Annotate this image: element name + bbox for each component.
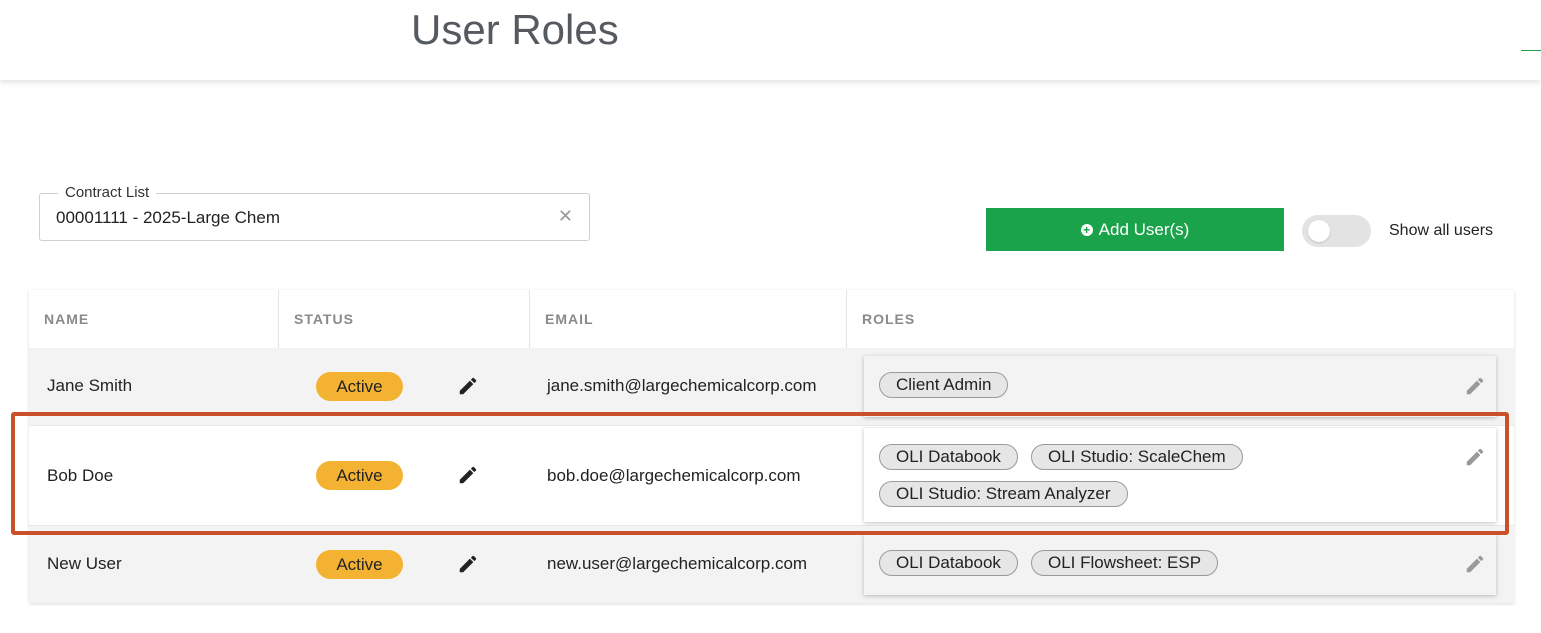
column-header-status[interactable]: STATUS [279,290,530,348]
pencil-icon[interactable] [1464,553,1486,575]
add-users-button[interactable]: + Add User(s) [986,208,1284,251]
pencil-icon[interactable] [457,553,479,575]
role-chip: Client Admin [879,372,1009,398]
status-badge: Active [316,372,403,401]
role-chip: OLI Databook [879,550,1018,576]
roles-cell: OLI Databook OLI Flowsheet: ESP [864,534,1496,595]
toggle-knob [1308,220,1330,242]
pencil-icon[interactable] [457,375,479,397]
contract-list-value: 00001111 - 2025-Large Chem [56,208,280,227]
pencil-icon[interactable] [1464,446,1486,468]
column-header-email[interactable]: EMAIL [530,290,847,348]
column-header-name[interactable]: NAME [29,290,279,348]
user-email: bob.doe@largechemicalcorp.com [547,466,801,485]
show-all-users-toggle[interactable] [1302,215,1371,247]
user-name: New User [47,554,122,573]
status-badge: Active [316,550,403,579]
roles-cell: OLI Databook OLI Studio: ScaleChem OLI S… [864,428,1496,522]
user-name: Bob Doe [47,466,114,485]
top-bar: User Roles [0,0,1541,80]
role-chip: OLI Studio: ScaleChem [1031,444,1243,470]
user-email: jane.smith@largechemicalcorp.com [547,376,817,395]
table-row: Jane Smith Active jane.smith@largechemic… [29,348,1514,425]
pencil-icon[interactable] [1464,375,1486,397]
contract-list-label: Contract List [58,184,157,201]
user-email: new.user@largechemicalcorp.com [547,554,808,573]
role-chip: OLI Databook [879,444,1018,470]
table-row: Bob Doe Active bob.doe@largechemicalcorp… [29,425,1514,526]
table-row: New User Active new.user@largechemicalco… [29,526,1514,603]
role-chip: OLI Studio: Stream Analyzer [879,481,1128,507]
user-roles-table: NAME STATUS EMAIL ROLES Jane Smith Activ… [29,290,1514,603]
column-header-roles[interactable]: ROLES [847,290,1514,348]
add-users-label: Add User(s) [1098,219,1190,239]
page-title: User Roles [411,6,619,53]
status-badge: Active [316,461,403,490]
contract-list-select[interactable]: Contract List 00001111 - 2025-Large Chem… [39,184,590,241]
close-icon[interactable]: ✕ [558,206,573,227]
user-name: Jane Smith [47,376,133,395]
pencil-icon[interactable] [457,464,479,486]
role-chip: OLI Flowsheet: ESP [1031,550,1219,576]
plus-circle-icon: + [1080,223,1093,236]
roles-cell: Client Admin [864,356,1496,417]
show-all-users-label: Show all users [1389,222,1494,239]
accent-line [1521,50,1541,51]
